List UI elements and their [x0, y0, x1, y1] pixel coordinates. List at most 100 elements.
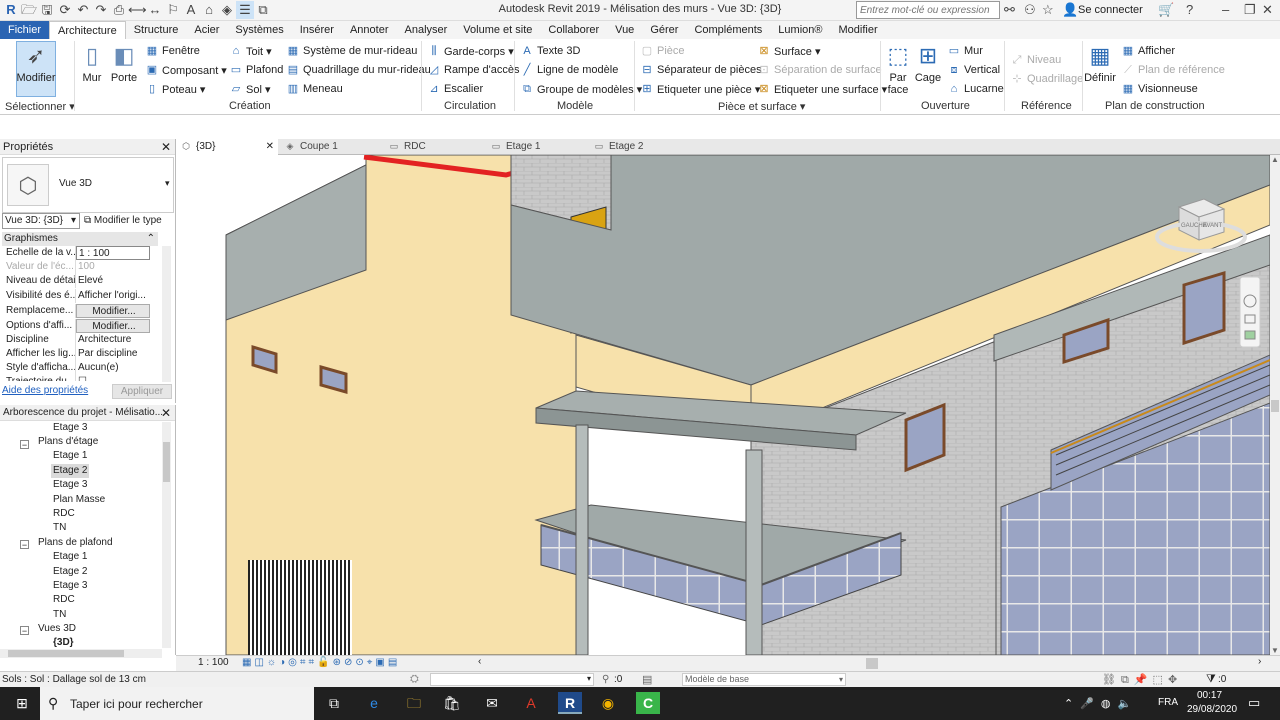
show-workplane-button[interactable]: ▦ Afficher [1121, 42, 1175, 60]
reveal-hidden-icon[interactable]: ⊘ [344, 657, 355, 668]
acrobat-icon[interactable]: A [519, 692, 543, 714]
scroll-down-icon[interactable]: ▼ [1271, 646, 1279, 655]
hscroll-thumb[interactable] [866, 658, 878, 669]
collapse-icon[interactable]: − [20, 540, 29, 550]
maximize-icon[interactable]: ❐ [1244, 2, 1256, 18]
select-by-face-icon[interactable]: ⬚ [1153, 674, 1168, 686]
navigation-bar[interactable] [1239, 276, 1261, 348]
instance-dropdown[interactable]: Vue 3D: {3D} ▾ [2, 213, 80, 229]
star-icon[interactable]: ☆ [1042, 2, 1054, 18]
3d-view-icon[interactable]: ⌂ [200, 1, 218, 19]
cart-icon[interactable]: 🛒 [1158, 2, 1174, 18]
chevron-down-icon[interactable]: ▾ [165, 178, 170, 189]
wall-opening-button[interactable]: ▭ Mur [947, 42, 983, 60]
tree-item-active[interactable]: {3D} [53, 636, 74, 650]
chevron-up-icon[interactable]: ⌃ [1064, 698, 1080, 710]
visual-style-icon[interactable]: ◫ [254, 657, 266, 668]
redo-icon[interactable]: ↷ [92, 1, 110, 19]
tree-item[interactable]: Etage 1 [53, 449, 87, 463]
microphone-icon[interactable]: 🎤 [1080, 698, 1101, 710]
task-view-icon[interactable]: ⧉ [322, 692, 346, 714]
show-crop-icon[interactable]: ⌗ [309, 657, 318, 668]
browser-scrollbar[interactable] [162, 422, 171, 648]
detail-level-icon[interactable]: ▦ [242, 657, 254, 668]
tree-item[interactable]: Plans d'étage [38, 435, 98, 449]
filter-icon[interactable]: ⧩ [1206, 673, 1216, 686]
user-icon[interactable]: 👤 [1062, 2, 1078, 18]
notifications-icon[interactable]: ▭ [1248, 695, 1260, 711]
tab-modifier[interactable]: Modifier [830, 21, 885, 39]
close-icon[interactable]: ✕ [161, 139, 171, 155]
curtain-grid-button[interactable]: ▤ Quadrillage du mur-rideau [286, 61, 431, 79]
browser-hscrollbar[interactable] [0, 649, 162, 658]
scroll-right-icon[interactable]: › [1258, 656, 1261, 667]
sync-icon[interactable]: ⟳ [56, 1, 74, 19]
shaft-button[interactable]: ⊞ Cage [914, 43, 942, 84]
tab-volume-site[interactable]: Volume et site [455, 21, 540, 39]
clock-time[interactable]: 00:17 [1197, 690, 1222, 701]
temp-hide-icon[interactable]: ⊛ [333, 657, 344, 668]
modify-display-options-button[interactable]: Modifier... [76, 319, 150, 333]
measure-icon[interactable]: ⟷ [128, 1, 147, 19]
scroll-thumb[interactable] [163, 442, 170, 482]
help-icon[interactable]: ? [1186, 2, 1193, 18]
view-scale[interactable]: 1 : 100 [198, 657, 229, 668]
close-icon[interactable]: ✕ [161, 405, 171, 421]
set-workplane-button[interactable]: ▦ Définir [1084, 43, 1116, 84]
tab-lumion[interactable]: Lumion® [770, 21, 830, 39]
store-icon[interactable]: 🛍 [440, 692, 464, 714]
tag-room-button[interactable]: ⊞ Etiqueter une pièce ▾ [640, 80, 760, 98]
search-input[interactable] [856, 1, 1000, 19]
area-boundary-button[interactable]: ⊡ Séparation de surface [757, 61, 881, 79]
room-separator-button[interactable]: ⊟ Séparateur de pièces [640, 61, 761, 79]
window-button[interactable]: ▦ Fenêtre [145, 42, 200, 60]
tab-systemes[interactable]: Systèmes [227, 21, 291, 39]
wall-button[interactable]: ▯ Mur [78, 43, 106, 84]
dimension-icon[interactable]: ↔ [146, 1, 164, 19]
text-icon[interactable]: A [182, 1, 200, 19]
tab-architecture[interactable]: Architecture [49, 20, 126, 40]
tag-icon[interactable]: ⚐ [164, 1, 182, 19]
lock-view-icon[interactable]: 🔓 [317, 657, 332, 668]
component-button[interactable]: ▣ Composant ▾ [145, 61, 227, 79]
ref-plane-button[interactable]: ⟋ Plan de référence [1121, 61, 1225, 79]
network-icon[interactable]: ◍ [1101, 698, 1118, 710]
tab-annoter[interactable]: Annoter [342, 21, 397, 39]
drag-elements-icon[interactable]: ✥ [1168, 674, 1182, 686]
apply-button[interactable]: Appliquer [112, 384, 172, 399]
render-icon[interactable]: ◎ [288, 657, 300, 668]
ramp-button[interactable]: ◿ Rampe d'accès [427, 61, 520, 79]
windows-start-icon[interactable]: ⊞ [10, 692, 34, 714]
select-pinned-icon[interactable]: 📌 [1134, 674, 1153, 686]
tab-fichier[interactable]: Fichier [0, 21, 50, 39]
tag-area-button[interactable]: ⊠ Etiqueter une surface ▾ [757, 80, 887, 98]
constraints-icon[interactable]: ▣ [375, 657, 387, 668]
tree-item-selected[interactable]: Etage 2 [51, 464, 90, 478]
building-model[interactable]: GAUCHE AVANT [176, 155, 1270, 655]
edge-icon[interactable]: e [362, 692, 386, 714]
collapse-icon[interactable]: − [20, 440, 29, 450]
binoculars-icon[interactable]: ⚯ [1004, 2, 1015, 18]
worksets-icon[interactable]: ⛭ [410, 673, 419, 686]
modify-button[interactable]: ➶ Modifier [16, 43, 56, 84]
minimize-icon[interactable]: – [1222, 2, 1229, 18]
view-tab-3d[interactable]: ⬡ {3D} ✕ [176, 139, 278, 155]
select-links-icon[interactable]: ⛓ [1102, 674, 1121, 686]
analysis-icon[interactable]: ⊙ [355, 657, 366, 668]
scroll-thumb[interactable] [8, 650, 124, 657]
tree-item[interactable]: Plan Masse [53, 493, 105, 507]
zoom-extents-icon[interactable] [1244, 330, 1256, 340]
tab-gerer[interactable]: Gérer [642, 21, 686, 39]
tab-structure[interactable]: Structure [126, 21, 187, 39]
tree-item[interactable]: Plans de plafond [38, 536, 113, 550]
model-line-button[interactable]: ╱ Ligne de modèle [520, 61, 619, 79]
railing-button[interactable]: ⫼ Garde-corps ▾ [427, 42, 513, 60]
view-tab-etage1[interactable]: ▭ Etage 1 [486, 139, 586, 155]
open-icon[interactable]: 🗁 [20, 1, 38, 19]
3d-viewport[interactable]: GAUCHE AVANT [176, 155, 1270, 655]
chrome-icon[interactable]: ◉ [596, 692, 620, 714]
model-text-button[interactable]: A Texte 3D [520, 42, 580, 60]
panel-select-label[interactable]: Sélectionner ▾ [5, 100, 75, 113]
language-indicator[interactable]: FRA [1158, 697, 1178, 708]
close-window-icon[interactable]: ✕ [1262, 2, 1273, 18]
